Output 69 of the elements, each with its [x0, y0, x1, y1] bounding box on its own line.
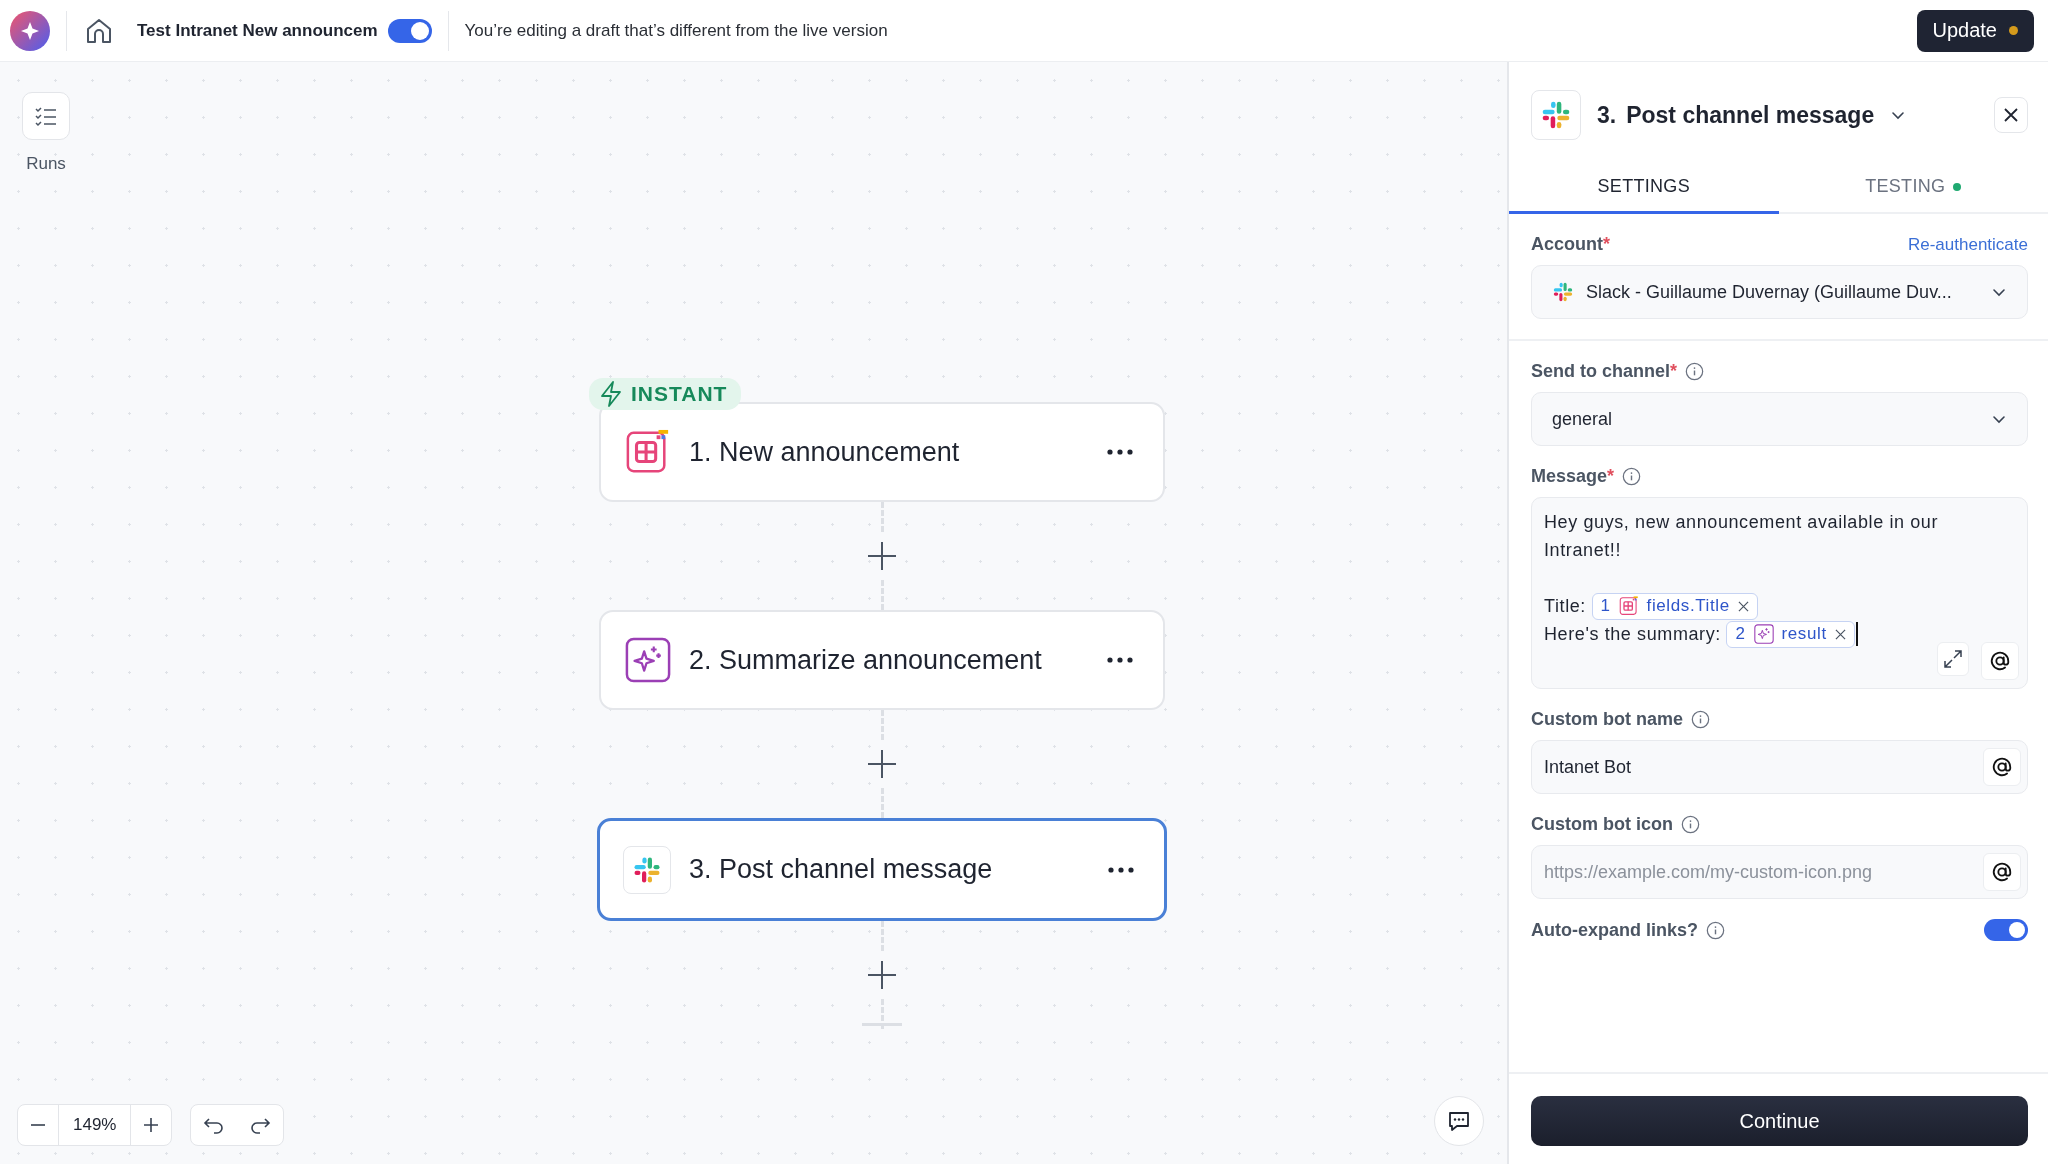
step-card[interactable]: 2. Summarize announcement: [599, 610, 1165, 710]
message-text: Title:: [1544, 595, 1587, 618]
step-title[interactable]: 3. Post channel message: [1597, 101, 1875, 129]
field-label: Custom bot icon: [1531, 814, 1673, 835]
field-label: Auto-expand links?: [1531, 919, 1698, 941]
chat-button[interactable]: [1434, 1096, 1484, 1146]
remove-icon[interactable]: [1737, 600, 1749, 612]
slack-logo-icon: [1552, 281, 1574, 303]
minus-icon: [30, 1124, 46, 1126]
sparkle-icon: [1753, 624, 1774, 644]
runs-button[interactable]: [22, 92, 70, 140]
info-icon[interactable]: [1685, 362, 1705, 381]
tab[interactable]: TESTING: [1778, 162, 2048, 214]
runs-label: Runs: [26, 154, 66, 174]
at-sign-icon: [1991, 756, 2013, 778]
table-icon: [625, 429, 671, 475]
insert-data-button[interactable]: [1981, 642, 2019, 680]
trigger-badge: INSTANT: [589, 378, 742, 410]
expand-icon: [1943, 649, 1963, 669]
info-icon[interactable]: [1622, 467, 1642, 486]
info-icon[interactable]: [1691, 710, 1710, 729]
tab[interactable]: SETTINGS: [1509, 162, 1779, 214]
field-label: Send to channel*: [1531, 361, 1678, 382]
insert-data-button[interactable]: [1983, 748, 2021, 786]
workflow-title[interactable]: Test Intranet New announcem: [137, 20, 378, 41]
info-icon[interactable]: [1706, 920, 1725, 940]
text-field[interactable]: Intanet Bot: [1531, 740, 2028, 794]
at-sign-icon: [1989, 650, 2011, 672]
field-label: Message*: [1531, 466, 1615, 487]
more-options-icon[interactable]: [1107, 449, 1133, 455]
dropdown-field[interactable]: general: [1531, 392, 2028, 446]
reauthenticate-link[interactable]: Re-authenticate: [1907, 234, 2028, 255]
slack-logo-icon: [1540, 99, 1572, 131]
field-label: Account*: [1531, 234, 1610, 255]
message-text: Here's the summary:: [1544, 623, 1722, 646]
expand-button[interactable]: [1937, 642, 1969, 676]
at-sign-icon: [1991, 861, 2013, 883]
dropdown-field[interactable]: Slack - Guillaume Duvernay (Guillaume Duv...: [1531, 265, 2028, 319]
remove-icon[interactable]: [1834, 628, 1846, 640]
chat-icon: [1447, 1109, 1471, 1133]
info-icon[interactable]: [1681, 815, 1700, 834]
table-icon: [1618, 596, 1639, 616]
undo-icon: [203, 1116, 226, 1134]
toggle-switch[interactable]: [1984, 919, 2028, 941]
close-icon: [2003, 107, 2019, 123]
publish-toggle[interactable]: [387, 18, 432, 43]
message-text: Hey guys, new announcement available in our Intranet!!: [1544, 511, 1940, 562]
message-field[interactable]: Hey guys, new announcement available in our Intranet!! Title: 1 fields.Title Here's the summary: 2 result: [1531, 497, 2028, 689]
add-step-button[interactable]: [866, 748, 898, 780]
logo-icon[interactable]: [10, 10, 50, 51]
checklist-icon: [34, 104, 58, 128]
more-options-icon[interactable]: [1107, 657, 1133, 663]
update-button[interactable]: Update: [1916, 9, 2034, 52]
draft-notice: You’re editing a draft that’s different from the live version: [464, 20, 888, 41]
redo-icon: [249, 1116, 272, 1134]
data-token[interactable]: 1 fields.Title: [1591, 592, 1758, 620]
zoom-level: 149%: [58, 1105, 132, 1145]
close-button[interactable]: [1994, 97, 2028, 133]
field-label: Custom bot name: [1531, 709, 1683, 730]
more-options-icon[interactable]: [1108, 866, 1134, 873]
continue-button[interactable]: Continue: [1531, 1096, 2028, 1146]
insert-data-button[interactable]: [1983, 853, 2021, 891]
data-token[interactable]: 2 result: [1726, 620, 1855, 648]
sparkle-icon: [625, 637, 671, 683]
step-card[interactable]: 3. Post channel message: [597, 818, 1167, 921]
step-card[interactable]: 1. New announcement: [599, 402, 1165, 502]
add-step-button[interactable]: [866, 540, 898, 572]
plus-icon: [143, 1117, 160, 1133]
add-step-button[interactable]: [866, 959, 898, 991]
